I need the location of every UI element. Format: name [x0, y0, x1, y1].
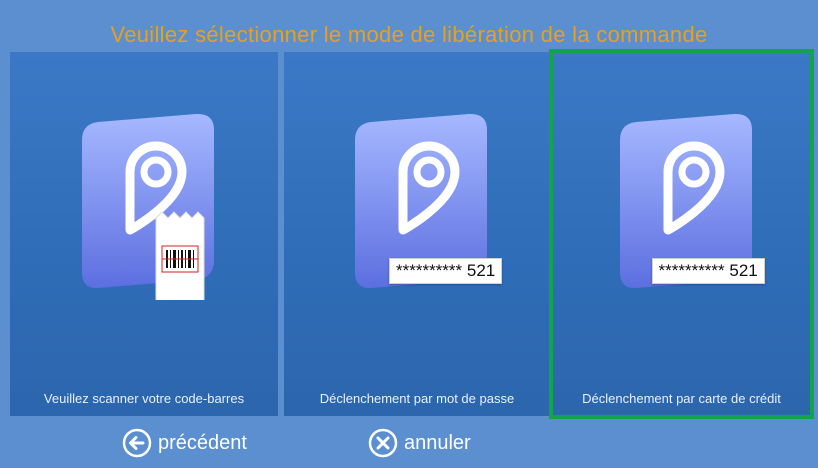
cancel-label: annuler — [404, 431, 471, 454]
close-circle-icon — [368, 428, 398, 458]
password-icon: ********** 521 — [337, 110, 503, 360]
arrow-left-circle-icon — [122, 428, 152, 458]
cancel-button[interactable]: annuler — [368, 428, 471, 458]
footer-bar: précédent annuler — [0, 420, 818, 468]
previous-button[interactable]: précédent — [122, 428, 247, 458]
option-credit-card-tile[interactable]: ********** 521 Déclenchement par carte d… — [549, 49, 814, 419]
option-password-label: Déclenchement par mot de passe — [319, 391, 515, 406]
option-barcode-label: Veuillez scanner votre code-barres — [43, 391, 245, 406]
option-password-tile[interactable]: ********** 521 Déclenchement par mot de … — [284, 52, 550, 416]
credit-card-icon: ********** 521 — [602, 110, 765, 360]
previous-label: précédent — [158, 431, 247, 454]
barcode-ticket-icon — [64, 110, 224, 360]
option-credit-card-label: Déclenchement par carte de crédit — [582, 391, 781, 406]
masked-password-value: ********** 521 — [389, 258, 503, 284]
page-title: Veuillez sélectionner le mode de libérat… — [110, 22, 708, 47]
masked-card-value: ********** 521 — [651, 258, 765, 284]
option-barcode-tile[interactable]: Veuillez scanner votre code-barres — [10, 52, 278, 416]
